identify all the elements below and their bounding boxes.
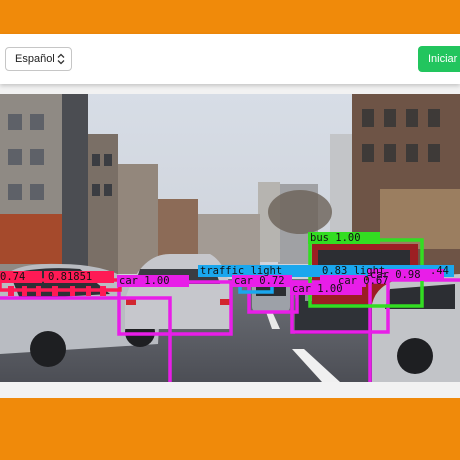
label-car-small: car 0.72 xyxy=(234,275,285,287)
label-car-dark: car 1.00 xyxy=(292,283,343,295)
toolbar: Español Iniciar V xyxy=(0,34,460,84)
car-right xyxy=(372,274,460,382)
label-car-center: car 1.00 xyxy=(119,275,170,287)
label-red-1: 0.74 xyxy=(0,271,25,283)
language-select-value: Español xyxy=(15,53,55,65)
label-bus: bus 1.00 xyxy=(310,232,361,244)
label-red-2: 0.81851 xyxy=(48,271,92,283)
street-camera-frame: 0.74 0.81851 car 1.00 traffic light 0.83… xyxy=(0,94,460,382)
chevron-updown-icon xyxy=(57,53,65,65)
trees xyxy=(268,190,332,234)
start-video-button[interactable]: Iniciar V xyxy=(418,46,460,72)
start-video-label: Iniciar V xyxy=(428,53,460,65)
language-select[interactable]: Español xyxy=(5,47,72,71)
label-traffic-light-3: .44 xyxy=(430,265,449,277)
app-panel: Español Iniciar V xyxy=(0,34,460,398)
label-car-right: car 0.98 xyxy=(370,269,421,281)
detection-viewer: 0.74 0.81851 car 1.00 traffic light 0.83… xyxy=(0,94,460,382)
